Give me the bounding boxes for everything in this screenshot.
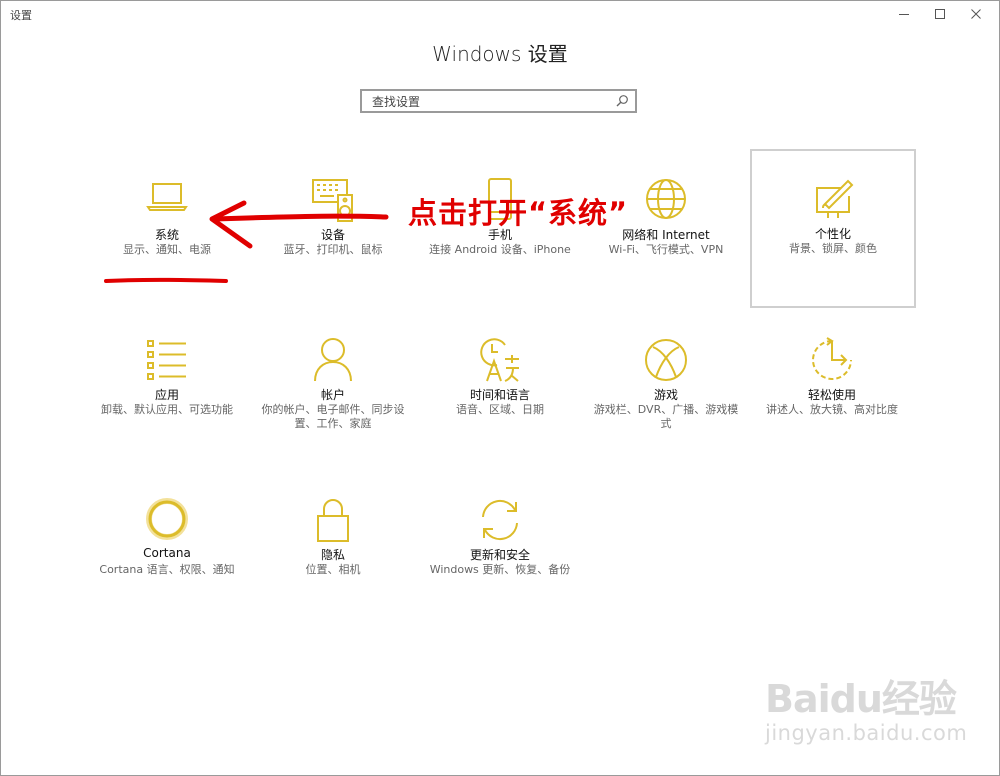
tile-description: 连接 Android 设备、iPhone xyxy=(429,243,571,256)
cortana-icon xyxy=(146,498,188,540)
search-icon[interactable] xyxy=(615,94,629,108)
xbox-icon xyxy=(645,339,687,381)
tile-title: 设备 xyxy=(320,228,345,242)
tile-description: 卸载、默认应用、可选功能 xyxy=(101,403,233,416)
tile-title: 隐私 xyxy=(320,548,345,562)
tile-title: 更新和安全 xyxy=(469,548,530,562)
page-title: Windows 设置 xyxy=(432,42,568,66)
tile-description: Windows 更新、恢复、备份 xyxy=(429,563,571,576)
tile-system[interactable]: 系统 显示、通知、电源 xyxy=(85,150,249,304)
tile-description: 游戏栏、DVR、广播、游戏模式 xyxy=(593,403,739,430)
tile-description: Wi-Fi、飞行模式、VPN xyxy=(608,243,724,256)
tile-update-security[interactable]: 更新和安全 Windows 更新、恢复、备份 xyxy=(418,470,582,624)
tile-description: 你的帐户、电子邮件、同步设置、工作、家庭 xyxy=(261,403,405,430)
tile-description: Cortana 语言、权限、通知 xyxy=(99,563,235,576)
tile-title: 游戏 xyxy=(653,388,678,402)
tile-title: 系统 xyxy=(154,228,179,242)
tile-personalization[interactable]: 个性化 背景、锁屏、颜色 xyxy=(750,149,916,308)
tile-apps[interactable]: 应用 卸载、默认应用、可选功能 xyxy=(85,310,249,464)
app-list-icon xyxy=(147,340,186,380)
tile-description: 语音、区域、日期 xyxy=(456,403,544,416)
person-icon xyxy=(314,338,352,382)
tile-description: 显示、通知、电源 xyxy=(123,243,211,256)
tile-description: 讲述人、放大镜、高对比度 xyxy=(766,403,898,416)
tile-gaming[interactable]: 游戏 游戏栏、DVR、广播、游戏模式 xyxy=(584,310,748,464)
minimize-icon xyxy=(899,14,909,15)
title-bar[interactable]: 设置 xyxy=(0,0,1000,28)
tile-privacy[interactable]: 隐私 位置、相机 xyxy=(251,470,415,624)
sync-icon xyxy=(482,500,518,540)
search-box[interactable] xyxy=(360,89,637,113)
watermark: Baidu经验 jingyan.baidu.com xyxy=(765,668,967,745)
ease-of-access-icon xyxy=(812,337,852,380)
tile-description: 蓝牙、打印机、鼠标 xyxy=(283,243,383,256)
tile-time-language[interactable]: 时间和语言 语音、区域、日期 xyxy=(418,310,582,464)
tile-title: 轻松使用 xyxy=(807,388,856,402)
laptop-icon xyxy=(146,183,188,211)
tile-description: 位置、相机 xyxy=(305,563,361,576)
search-input[interactable] xyxy=(370,91,614,113)
maximize-icon xyxy=(935,9,945,19)
annotation-callout: 点击打开“系统” xyxy=(408,196,629,230)
tile-devices[interactable]: 设备 蓝牙、打印机、鼠标 xyxy=(251,150,415,304)
tile-ease-of-access[interactable]: 轻松使用 讲述人、放大镜、高对比度 xyxy=(750,310,914,464)
tile-accounts[interactable]: 帐户 你的帐户、电子邮件、同步设置、工作、家庭 xyxy=(251,310,415,464)
lock-icon xyxy=(317,499,349,542)
time-language-icon xyxy=(480,338,519,382)
minimize-button[interactable] xyxy=(886,0,922,28)
tile-title: 时间和语言 xyxy=(469,388,530,402)
tile-title: 帐户 xyxy=(320,388,345,402)
tile-title: 应用 xyxy=(154,388,179,402)
tile-title: 个性化 xyxy=(814,227,851,241)
globe-icon xyxy=(646,179,686,219)
maximize-button[interactable] xyxy=(922,0,958,28)
close-button[interactable] xyxy=(958,0,994,28)
app-title: 设置 xyxy=(10,9,32,22)
tile-title: Cortana xyxy=(143,546,191,560)
watermark-logo: Baidu经验 xyxy=(765,677,957,721)
watermark-site: jingyan.baidu.com xyxy=(765,721,968,745)
keyboard-speaker-icon xyxy=(312,179,353,222)
paint-monitor-icon xyxy=(816,179,854,218)
tile-description: 背景、锁屏、颜色 xyxy=(789,242,877,255)
close-icon xyxy=(971,9,981,19)
tile-cortana[interactable]: Cortana Cortana 语言、权限、通知 xyxy=(85,470,249,624)
